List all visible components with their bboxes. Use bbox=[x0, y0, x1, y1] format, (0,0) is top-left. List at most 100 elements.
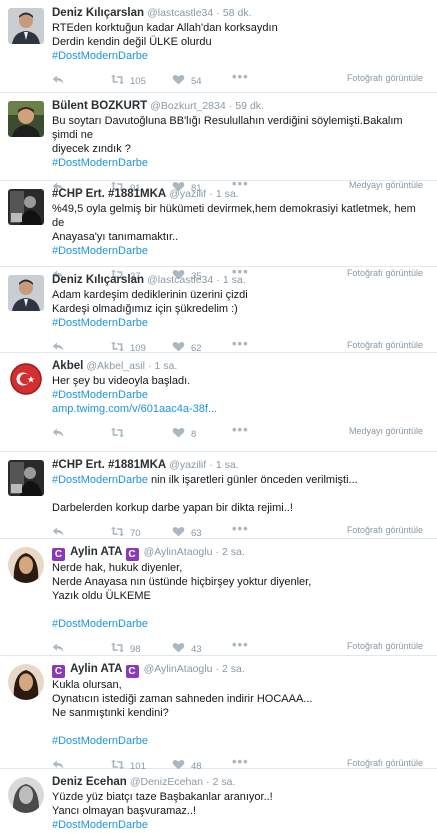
tweet-timestamp[interactable]: 2 sa. bbox=[213, 776, 236, 788]
view-media-link[interactable]: Fotoğrafı görüntüle bbox=[347, 73, 423, 83]
retweet-icon bbox=[111, 427, 124, 438]
tweet-username[interactable]: @lastcastle34 bbox=[147, 274, 213, 286]
tweet[interactable]: Akbel @Akbel_asil · 1 sa. Her şey bu vid… bbox=[0, 353, 437, 452]
avatar[interactable] bbox=[8, 275, 44, 311]
tweet[interactable]: #CHP Ert. #1881MKA @yazilif · 1 sa. #Dos… bbox=[0, 452, 437, 539]
more-options-button[interactable]: ••• bbox=[232, 337, 249, 351]
more-options-button[interactable]: ••• bbox=[232, 755, 249, 769]
video-link[interactable]: amp.twimg.com/v/601aac4a-38f... bbox=[52, 402, 429, 416]
hashtag-link[interactable]: #DostModernDarbe bbox=[52, 617, 429, 631]
tweet-timestamp[interactable]: 1 sa. bbox=[216, 188, 239, 200]
reply-button[interactable] bbox=[52, 525, 65, 539]
tweet-timestamp[interactable]: 1 sa. bbox=[155, 360, 178, 372]
tweet[interactable]: Deniz Ecehan @DenizEcehan · 2 sa. Yüzde … bbox=[0, 769, 437, 832]
tweet-username[interactable]: @AylinAtaoglu bbox=[144, 546, 213, 558]
retweet-button[interactable]: 70 bbox=[111, 525, 141, 539]
tweet-timestamp[interactable]: 1 sa. bbox=[223, 274, 246, 286]
tweet[interactable]: C Aylin ATA C @AylinAtaoglu · 2 sa. Nerd… bbox=[0, 539, 437, 656]
more-options-button[interactable]: ••• bbox=[232, 522, 249, 536]
view-media-link[interactable]: Fotoğrafı görüntüle bbox=[347, 641, 423, 651]
more-dots-icon: ••• bbox=[232, 521, 249, 536]
avatar[interactable] bbox=[8, 547, 44, 583]
like-button[interactable]: 62 bbox=[172, 340, 202, 354]
tweet-username[interactable]: @DenizEcehan bbox=[130, 776, 203, 788]
tweet-username[interactable]: @yazilif bbox=[169, 459, 206, 471]
tweet-fullname[interactable]: Aylin ATA bbox=[70, 663, 122, 675]
tweet[interactable]: #CHP Ert. #1881MKA @yazilif · 1 sa. %49,… bbox=[0, 181, 437, 282]
tweet-username[interactable]: @Akbel_asil bbox=[86, 360, 145, 372]
tweet-text: %49,5 oyla gelmiş bir hükümeti devirmek,… bbox=[52, 202, 429, 258]
avatar[interactable] bbox=[8, 361, 44, 397]
view-media-link[interactable]: Fotoğrafı görüntüle bbox=[347, 525, 423, 535]
tweet[interactable]: Deniz Kılıçarslan @lastcastle34 · 58 dk.… bbox=[0, 0, 437, 93]
avatar[interactable] bbox=[8, 664, 44, 700]
tweet-text-line: Kardeşi olmadığımız için şükredelim :) bbox=[52, 303, 238, 315]
avatar[interactable] bbox=[8, 8, 44, 44]
tweet-fullname[interactable]: #CHP Ert. #1881MKA bbox=[52, 459, 166, 471]
hashtag-link[interactable]: #DostModernDarbe bbox=[52, 316, 429, 330]
like-button[interactable]: 8 bbox=[172, 426, 196, 440]
tweet-timestamp[interactable]: 2 sa. bbox=[222, 546, 245, 558]
tweet-fullname[interactable]: Bülent BOZKURT bbox=[52, 100, 147, 112]
avatar[interactable] bbox=[8, 101, 44, 137]
tweet-text-line: Derdin kendin değil ÜLKE olurdu bbox=[52, 36, 212, 48]
hashtag-link[interactable]: #DostModernDarbe bbox=[52, 49, 429, 63]
view-media-link[interactable]: Fotoğrafı görüntüle bbox=[347, 340, 423, 350]
reply-icon bbox=[52, 75, 64, 84]
like-count: 8 bbox=[191, 429, 197, 440]
reply-button[interactable] bbox=[52, 426, 65, 440]
tweet-fullname[interactable]: Aylin ATA bbox=[70, 546, 122, 558]
tweet-username[interactable]: @yazilif bbox=[169, 188, 206, 200]
reply-button[interactable] bbox=[52, 340, 65, 354]
retweet-button[interactable]: 109 bbox=[111, 340, 146, 354]
crescent-emoji-icon: C bbox=[125, 665, 139, 678]
hashtag-link[interactable]: #DostModernDarbe bbox=[52, 474, 148, 486]
separator-dot: · bbox=[215, 663, 219, 675]
tweet-username[interactable]: @Bozkurt_2834 bbox=[150, 100, 225, 112]
hashtag-link[interactable]: #DostModernDarbe bbox=[52, 734, 429, 748]
tweet-timestamp[interactable]: 2 sa. bbox=[222, 663, 245, 675]
hashtag-link[interactable]: #DostModernDarbe bbox=[52, 388, 429, 402]
tweet-timestamp[interactable]: 59 dk. bbox=[235, 100, 264, 112]
view-media-link[interactable]: Fotoğrafı görüntüle bbox=[347, 758, 423, 768]
more-options-button[interactable]: ••• bbox=[232, 423, 249, 437]
retweet-button[interactable] bbox=[111, 426, 130, 440]
tweet-username[interactable]: @lastcastle34 bbox=[147, 7, 213, 19]
tweet-username[interactable]: @AylinAtaoglu bbox=[144, 663, 213, 675]
tweet-text: Her şey bu videoyla başladı. #DostModern… bbox=[52, 374, 429, 416]
more-options-button[interactable]: ••• bbox=[232, 70, 249, 84]
avatar[interactable] bbox=[8, 460, 44, 496]
heart-icon bbox=[172, 427, 185, 438]
retweet-button[interactable]: 98 bbox=[111, 641, 141, 655]
tweet-text-line: Darbelerden korkup darbe yapan bir dikta… bbox=[52, 502, 293, 514]
like-button[interactable]: 54 bbox=[172, 73, 202, 87]
tweet[interactable]: C Aylin ATA C @AylinAtaoglu · 2 sa. Kukl… bbox=[0, 656, 437, 772]
tweet-fullname[interactable]: #CHP Ert. #1881MKA bbox=[52, 188, 166, 200]
tweet-fullname[interactable]: Deniz Ecehan bbox=[52, 776, 127, 788]
tweet-fullname[interactable]: Deniz Kılıçarslan bbox=[52, 7, 144, 19]
tweet-text: RTEden korktuğun kadar Allah'dan korksay… bbox=[52, 21, 429, 63]
tweet-timestamp[interactable]: 58 dk. bbox=[223, 7, 252, 19]
tweet[interactable]: Deniz Kılıçarslan @lastcastle34 · 1 sa. … bbox=[0, 267, 437, 354]
avatar[interactable] bbox=[8, 189, 44, 225]
crescent-emoji-icon: C bbox=[52, 665, 65, 678]
tweet-fullname[interactable]: Deniz Kılıçarslan bbox=[52, 274, 144, 286]
retweet-icon bbox=[111, 341, 124, 352]
hashtag-link[interactable]: #DostModernDarbe bbox=[52, 244, 429, 258]
retweet-count: 105 bbox=[130, 76, 146, 87]
reply-button[interactable] bbox=[52, 73, 65, 87]
reply-button[interactable] bbox=[52, 641, 65, 655]
like-button[interactable]: 43 bbox=[172, 641, 202, 655]
view-media-link[interactable]: Medyayı görüntüle bbox=[349, 426, 423, 436]
retweet-button[interactable]: 105 bbox=[111, 73, 146, 87]
like-button[interactable]: 63 bbox=[172, 525, 202, 539]
like-count: 43 bbox=[191, 644, 202, 655]
hashtag-link[interactable]: #DostModernDarbe bbox=[52, 818, 429, 832]
more-options-button[interactable]: ••• bbox=[232, 638, 249, 652]
tweet[interactable]: Bülent BOZKURT @Bozkurt_2834 · 59 dk. Bu… bbox=[0, 93, 437, 194]
hashtag-link[interactable]: #DostModernDarbe bbox=[52, 156, 429, 170]
tweet-fullname[interactable]: Akbel bbox=[52, 360, 83, 372]
tweet-text-line: Adam kardeşim dediklerinin üzerini çizdi bbox=[52, 289, 248, 301]
avatar[interactable] bbox=[8, 777, 44, 813]
tweet-timestamp[interactable]: 1 sa. bbox=[216, 459, 239, 471]
